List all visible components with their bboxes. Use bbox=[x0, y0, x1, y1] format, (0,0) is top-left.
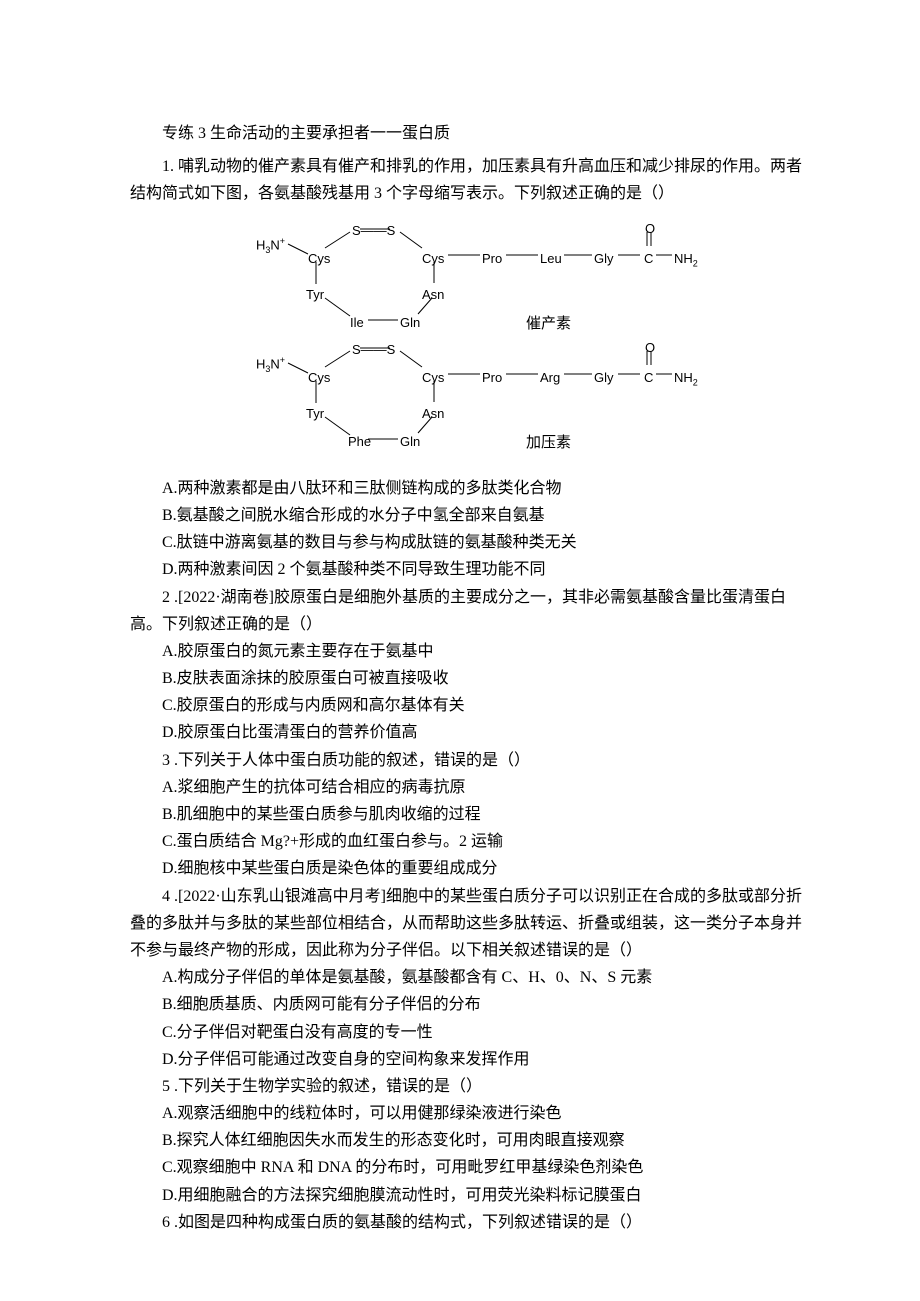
q1-option-a: A.两种激素都是由八肽环和三肽侧链构成的多肽类化合物 bbox=[130, 475, 810, 502]
q1-diagram: H3N+ Cys S——S Cys Tyr Ile Gln Asn Pro Le… bbox=[130, 218, 810, 465]
q4-option-a: A.构成分子伴侣的单体是氨基酸，氨基酸都含有 C、H、0、N、S 元素 bbox=[130, 964, 810, 991]
q3-stem: 3 .下列关于人体中蛋白质功能的叙述，错误的是（） bbox=[130, 747, 810, 774]
exercise-title: 专练 3 生命活动的主要承担者一一蛋白质 bbox=[130, 120, 810, 147]
q2-stem: 2 .[2022·湖南卷]胶原蛋白是细胞外基质的主要成分之一，其非必需氨基酸含量… bbox=[130, 584, 810, 638]
q3-option-c: C.蛋白质结合 Mg?+形成的血红蛋白参与。2 运输 bbox=[130, 828, 810, 855]
q6-stem: 6 .如图是四种构成蛋白质的氨基酸的结构式，下列叙述错误的是（） bbox=[130, 1209, 810, 1236]
q2-option-b: B.皮肤表面涂抹的胶原蛋白可被直接吸收 bbox=[130, 665, 810, 692]
q4-stem: 4 .[2022·山东乳山银滩高中月考]细胞中的某些蛋白质分子可以识别正在合成的… bbox=[130, 883, 810, 965]
q1-option-d: D.两种激素间因 2 个氨基酸种类不同导致生理功能不同 bbox=[130, 556, 810, 583]
q2-option-a: A.胶原蛋白的氮元素主要存在于氨基中 bbox=[130, 638, 810, 665]
q3-option-d: D.细胞核中某些蛋白质是染色体的重要组成成分 bbox=[130, 855, 810, 882]
q5-option-b: B.探究人体红细胞因失水而发生的形态变化时，可用肉眼直接观察 bbox=[130, 1127, 810, 1154]
q5-stem: 5 .下列关于生物学实验的叙述，错误的是（） bbox=[130, 1073, 810, 1100]
q4-option-b: B.细胞质基质、内质网可能有分子伴侣的分布 bbox=[130, 991, 810, 1018]
q4-option-c: C.分子伴侣对靶蛋白没有高度的专一性 bbox=[130, 1019, 810, 1046]
q3-option-a: A.浆细胞产生的抗体可结合相应的病毒抗原 bbox=[130, 774, 810, 801]
q1-option-b: B.氨基酸之间脱水缩合形成的水分子中氢全部来自氨基 bbox=[130, 502, 810, 529]
q2-option-d: D.胶原蛋白比蛋清蛋白的营养价值高 bbox=[130, 719, 810, 746]
q5-option-c: C.观察细胞中 RNA 和 DNA 的分布时，可用毗罗红甲基绿染色剂染色 bbox=[130, 1154, 810, 1181]
q1-stem: 1. 哺乳动物的催产素具有催产和排乳的作用，加压素具有升高血压和减少排尿的作用。… bbox=[130, 153, 810, 207]
molecule-vasopressin: H3N+ Cys S——S Cys Tyr Phe Gln Asn Pro Ar… bbox=[250, 337, 690, 452]
q5-option-a: A.观察活细胞中的线粒体时，可以用健那绿染液进行染色 bbox=[130, 1100, 810, 1127]
q2-option-c: C.胶原蛋白的形成与内质网和高尔基体有关 bbox=[130, 692, 810, 719]
q3-option-b: B.肌细胞中的某些蛋白质参与肌肉收缩的过程 bbox=[130, 801, 810, 828]
q4-option-d: D.分子伴侣可能通过改变自身的空间构象来发挥作用 bbox=[130, 1046, 810, 1073]
q5-option-d: D.用细胞融合的方法探究细胞膜流动性时，可用荧光染料标记膜蛋白 bbox=[130, 1182, 810, 1209]
q1-option-c: C.肽链中游离氨基的数目与参与构成肽链的氨基酸种类无关 bbox=[130, 529, 810, 556]
molecule-oxytocin: H3N+ Cys S——S Cys Tyr Ile Gln Asn Pro Le… bbox=[250, 218, 690, 333]
